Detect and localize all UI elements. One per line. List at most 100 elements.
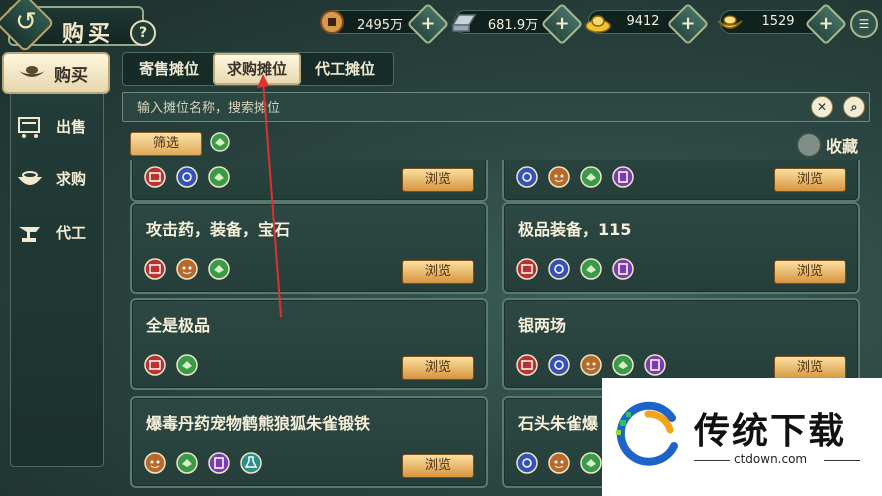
tiger-pet-icon [548,452,570,474]
favorite-radio-icon [796,132,822,158]
blue-gem-icon [548,354,570,376]
green-book-icon [208,166,230,188]
back-arrow-icon: ↺ [15,7,37,37]
search-input[interactable] [135,96,799,120]
stall-item-icons [516,354,671,378]
green-book-icon[interactable] [210,132,230,152]
green-book-icon [580,452,602,474]
resource-gold: 9412 + [585,2,710,46]
browse-button[interactable]: 浏览 [402,260,474,284]
tab-crafting[interactable]: 代工摊位 [303,55,387,83]
cart-icon [18,117,40,138]
browse-button[interactable]: 浏览 [774,260,846,284]
divider [824,460,860,461]
stall-name: 全是极品 [146,316,211,335]
menu-button[interactable]: ☰ [850,10,878,38]
add-gold-button[interactable]: + [666,2,710,46]
stall-card[interactable]: 极品装备，115 浏览 [502,202,860,294]
watermark: 传统下载 ctdown.com [602,378,882,496]
close-icon: ✕ [816,100,828,114]
plus-icon: + [554,13,570,34]
search-button[interactable]: ⌕ [843,96,865,118]
sidebar [10,90,104,467]
plus-icon: + [420,13,436,34]
stall-item-icons [144,258,235,282]
watermark-brand: 传统下载 [694,411,847,452]
red-armor-icon [144,166,166,188]
gold-value: 9412 [626,14,660,29]
resource-yuanbao: 1529 + [717,2,848,46]
sidebar-item-buy[interactable]: 购买 [2,52,110,94]
purple-scroll-icon [612,166,635,188]
sidebar-item-craft[interactable]: 代工 [16,218,96,248]
bowl-icon [18,171,42,185]
annotation-arrow-icon [257,74,282,318]
blue-gem-icon [548,258,570,280]
red-armor-icon [144,354,166,376]
stall-name: 爆毒丹药宠物鹤熊狼狐朱雀锻铁 [146,414,371,433]
search-bar: ✕ ⌕ [122,92,870,122]
favorite-toggle[interactable]: 收藏 [796,131,866,158]
stall-name: 极品装备，115 [518,220,632,239]
red-armor-icon [516,258,538,280]
blue-gem-icon [176,166,198,188]
sidebar-item-label: 购买 [54,66,88,86]
tiger-pet-icon [580,354,602,376]
ctdown-logo-icon [616,401,678,466]
clear-search-button[interactable]: ✕ [811,96,833,118]
green-book-icon [612,354,635,376]
purple-scroll-icon [644,354,667,376]
add-silver-button[interactable]: + [540,2,584,46]
yuanbao-value: 1529 [761,14,795,29]
sidebar-item-label: 代工 [56,224,87,242]
stall-item-icons [144,452,267,476]
watermark-site: ctdown.com [734,452,808,466]
stall-card[interactable]: 攻击药，装备，宝石 浏览 [130,202,488,294]
copper-value: 2495万 [356,18,404,33]
stall-card[interactable]: 银两场 浏览 [502,298,860,390]
purple-scroll-icon [612,258,635,280]
green-book-icon [580,258,602,280]
green-book-icon [176,452,198,474]
stall-item-icons [516,166,639,190]
browse-button[interactable]: 浏览 [402,356,474,380]
blue-gem-icon [516,452,538,474]
sidebar-item-label: 求购 [56,170,87,188]
green-book-icon [580,166,602,188]
gold-ingot-icon [585,15,611,33]
sidebar-item-label: 出售 [56,118,87,136]
stall-card[interactable]: 浏览 [130,160,488,202]
silver-ingot-icon [451,14,477,32]
anvil-icon [19,227,40,242]
tiger-pet-icon [548,166,570,188]
plus-icon: + [818,13,834,34]
filter-button[interactable]: 筛选 [130,132,202,156]
browse-button[interactable]: 浏览 [402,168,474,192]
browse-button[interactable]: 浏览 [774,168,846,192]
blue-gem-icon [516,166,538,188]
stall-card[interactable]: 浏览 [502,160,860,202]
resource-copper: 2495万 + [320,2,450,46]
stall-card[interactable]: 全是极品 浏览 [130,298,488,390]
red-armor-icon [516,354,538,376]
resource-silver: 681.9万 + [451,2,584,46]
sidebar-item-request[interactable]: 求购 [16,164,96,194]
back-button[interactable]: ↺ [0,0,55,53]
tiger-pet-icon [144,452,166,474]
sidebar-item-sell[interactable]: 出售 [16,112,96,142]
plus-icon: + [680,13,696,34]
help-button[interactable]: ? [130,20,156,46]
browse-button[interactable]: 浏览 [402,454,474,478]
red-armor-icon [144,258,166,280]
tab-consignment[interactable]: 寄售摊位 [127,55,211,83]
potion-flask-icon [240,452,263,474]
tiger-pet-icon [176,258,198,280]
menu-icon: ☰ [858,17,870,31]
yuanbao-icon [717,15,743,29]
add-yuanbao-button[interactable]: + [804,2,848,46]
browse-button[interactable]: 浏览 [774,356,846,380]
add-copper-button[interactable]: + [406,2,450,46]
stall-card[interactable]: 爆毒丹药宠物鹤熊狼狐朱雀锻铁 浏览 [130,396,488,488]
search-icon: ⌕ [850,100,858,114]
silver-value: 681.9万 [487,18,539,33]
